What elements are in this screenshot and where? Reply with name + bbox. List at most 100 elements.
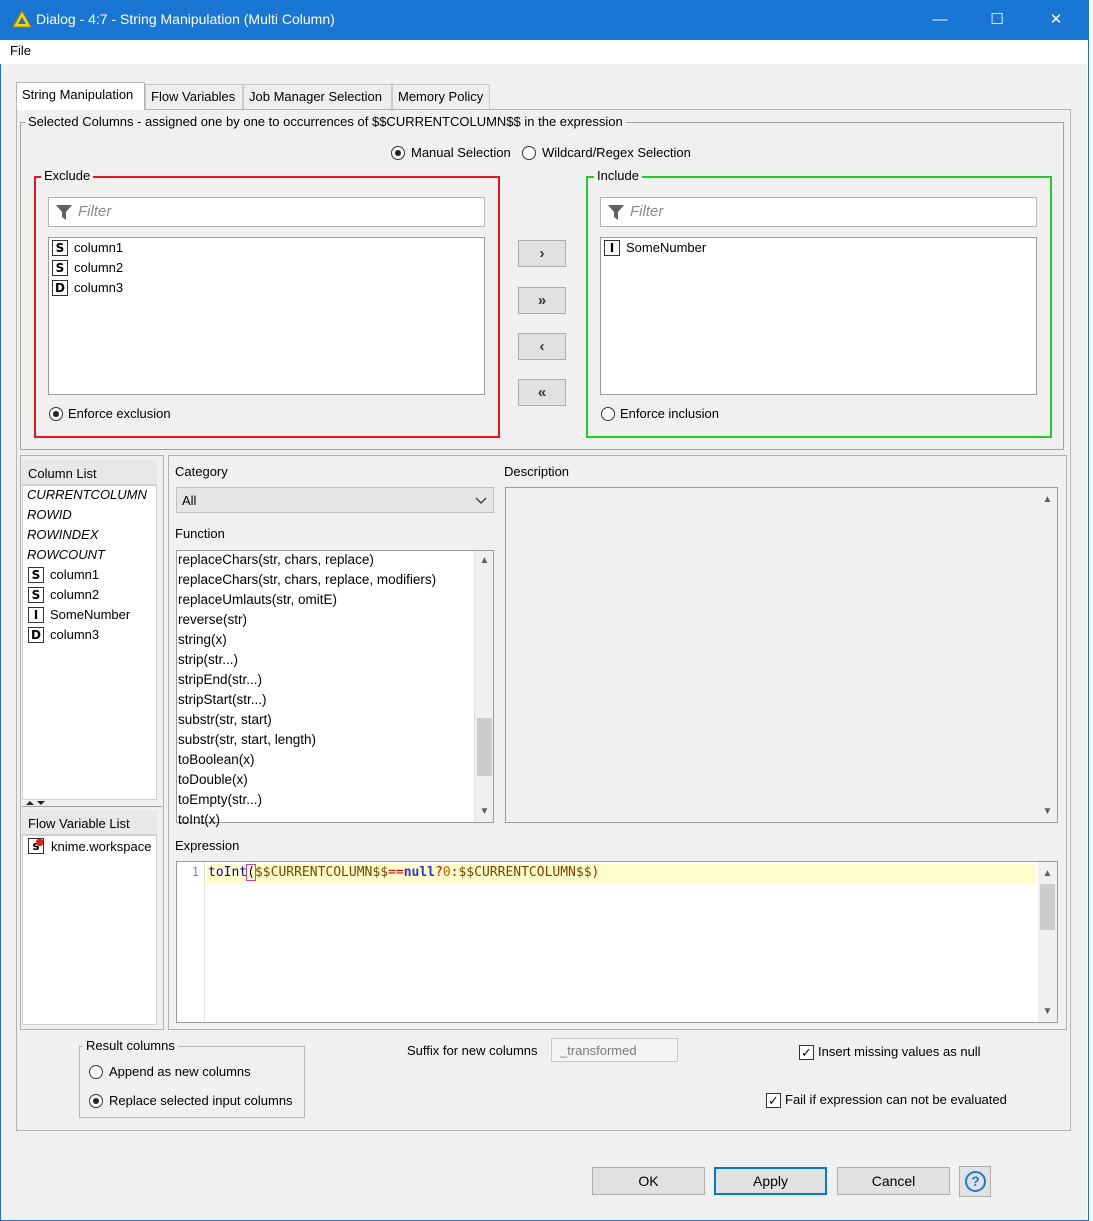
expr-bracket-token: ) [591, 865, 600, 880]
list-item[interactable]: ROWCOUNT [27, 547, 105, 562]
tab-flow-variables[interactable]: Flow Variables [145, 84, 243, 109]
include-list[interactable] [600, 237, 1037, 395]
double-type-icon: D [52, 280, 68, 296]
replace-columns-radio[interactable] [89, 1094, 103, 1108]
list-item[interactable]: column2 [50, 587, 99, 602]
wildcard-selection-radio[interactable] [522, 146, 536, 160]
tab-string-manipulation[interactable]: String Manipulation [16, 82, 145, 110]
title-bar[interactable]: Dialog - 4:7 - String Manipulation (Mult… [0, 0, 1089, 40]
list-item[interactable]: column3 [50, 627, 99, 642]
manual-selection-label: Manual Selection [411, 145, 511, 160]
function-item[interactable]: reverse(str) [178, 612, 247, 627]
function-item[interactable]: toInt(x) [178, 812, 220, 829]
function-item[interactable]: replaceChars(str, chars, replace) [178, 552, 374, 567]
manual-selection-radio[interactable] [391, 146, 405, 160]
list-item[interactable]: column2 [74, 260, 123, 275]
category-select[interactable]: All [176, 487, 494, 513]
cancel-button[interactable]: Cancel [837, 1167, 950, 1195]
expression-label: Expression [175, 838, 240, 853]
function-item[interactable]: string(x) [178, 632, 227, 647]
remove-button[interactable]: ‹ [518, 333, 566, 360]
expression-code[interactable]: toInt($$CURRENTCOLUMN$$==null?0:$$CURREN… [208, 864, 600, 881]
splitter-handle[interactable] [22, 800, 162, 807]
menu-file[interactable]: File [10, 43, 31, 58]
function-item[interactable]: strip(str...) [178, 652, 238, 667]
string-type-icon: S [28, 567, 44, 583]
scroll-up-icon[interactable]: ▲ [475, 555, 494, 566]
expr-operator-token: ? [435, 865, 443, 880]
list-item[interactable]: CURRENTCOLUMN [27, 487, 147, 502]
ok-button[interactable]: OK [592, 1167, 705, 1195]
expr-column-token: $$CURRENTCOLUMN$$ [458, 865, 592, 880]
include-title: Include [594, 168, 642, 183]
remove-all-button[interactable]: « [518, 379, 566, 406]
function-item[interactable]: toBoolean(x) [178, 752, 255, 767]
suffix-value: _transformed [560, 1043, 637, 1058]
fail-if-checkbox[interactable]: ✓ [766, 1093, 781, 1108]
description-panel: ▲ ▼ [505, 487, 1058, 823]
function-item[interactable]: toDouble(x) [178, 772, 248, 787]
expr-column-token: $$CURRENTCOLUMN$$ [254, 865, 389, 880]
function-item[interactable]: replaceUmlauts(str, omitE) [178, 592, 337, 607]
selected-columns-title: Selected Columns - assigned one by one t… [25, 114, 626, 129]
add-button[interactable]: › [518, 240, 566, 267]
function-scrollbar[interactable]: ▲ ▼ [474, 551, 493, 822]
string-type-icon: S [28, 587, 44, 603]
expr-number-token: 0 [442, 865, 451, 880]
scroll-up-icon[interactable]: ▲ [1038, 868, 1057, 879]
function-item[interactable]: replaceChars(str, chars, replace, modifi… [178, 572, 436, 587]
insert-missing-checkbox[interactable]: ✓ [799, 1045, 814, 1060]
function-item[interactable]: substr(str, start) [178, 712, 272, 727]
expr-keyword-token: null [403, 865, 435, 880]
list-item[interactable]: ROWID [27, 507, 72, 522]
expr-bracket-token: ( [246, 864, 256, 881]
suffix-label: Suffix for new columns [407, 1043, 538, 1058]
list-item[interactable]: column1 [74, 240, 123, 255]
function-item[interactable]: stripStart(str...) [178, 692, 267, 707]
append-columns-radio[interactable] [89, 1065, 103, 1079]
suffix-input[interactable]: _transformed [551, 1038, 678, 1062]
splitter-arrows-icon [26, 801, 45, 805]
function-item[interactable]: toEmpty(str...) [178, 792, 262, 807]
tab-memory-policy[interactable]: Memory Policy [392, 84, 490, 109]
close-button[interactable]: ✕ [1033, 0, 1079, 40]
filter-icon [608, 205, 624, 220]
expression-scrollbar[interactable]: ▲ ▼ [1038, 862, 1057, 1022]
function-scroll-thumb[interactable] [477, 718, 492, 776]
list-item[interactable]: column3 [74, 280, 123, 295]
add-all-button[interactable]: » [518, 287, 566, 314]
string-type-icon: S [52, 240, 68, 256]
menu-bar [0, 40, 1087, 64]
scroll-down-icon[interactable]: ▼ [1038, 1006, 1057, 1017]
list-item[interactable]: SomeNumber [626, 240, 706, 255]
column-list-title: Column List [28, 466, 97, 481]
list-item[interactable]: knime.workspace [51, 839, 151, 854]
function-item[interactable]: substr(str, start, length) [178, 732, 316, 747]
function-label: Function [175, 526, 225, 541]
enforce-inclusion-radio[interactable] [601, 407, 615, 421]
tab-job-manager-selection[interactable]: Job Manager Selection [243, 84, 392, 109]
exclude-filter-input[interactable]: Filter [48, 197, 485, 227]
scroll-down-icon[interactable]: ▼ [475, 806, 494, 817]
category-label: Category [175, 464, 228, 479]
fail-if-label: Fail if expression can not be evaluated [785, 1092, 1007, 1107]
flow-variable-list[interactable] [22, 835, 157, 1025]
include-filter-input[interactable]: Filter [600, 197, 1037, 227]
minimize-button[interactable]: — [917, 0, 963, 40]
maximize-button[interactable]: ☐ [974, 0, 1020, 40]
list-item[interactable]: SomeNumber [50, 607, 130, 622]
apply-button[interactable]: Apply [714, 1167, 827, 1195]
function-item[interactable]: stripEnd(str...) [178, 672, 262, 687]
description-scrollbar[interactable]: ▲ ▼ [1038, 488, 1057, 822]
list-item[interactable]: column1 [50, 567, 99, 582]
list-item[interactable]: ROWINDEX [27, 527, 99, 542]
filter-icon [56, 205, 72, 220]
enforce-exclusion-radio[interactable] [49, 407, 63, 421]
window-title: Dialog - 4:7 - String Manipulation (Mult… [36, 11, 335, 27]
expression-editor[interactable]: 1 toInt($$CURRENTCOLUMN$$==null?0:$$CURR… [176, 861, 1058, 1023]
scroll-up-icon[interactable]: ▲ [1038, 494, 1057, 505]
expression-scroll-thumb[interactable] [1040, 884, 1055, 930]
help-button[interactable]: ? [959, 1166, 991, 1197]
knime-logo-icon [12, 10, 32, 28]
scroll-down-icon[interactable]: ▼ [1038, 806, 1057, 817]
